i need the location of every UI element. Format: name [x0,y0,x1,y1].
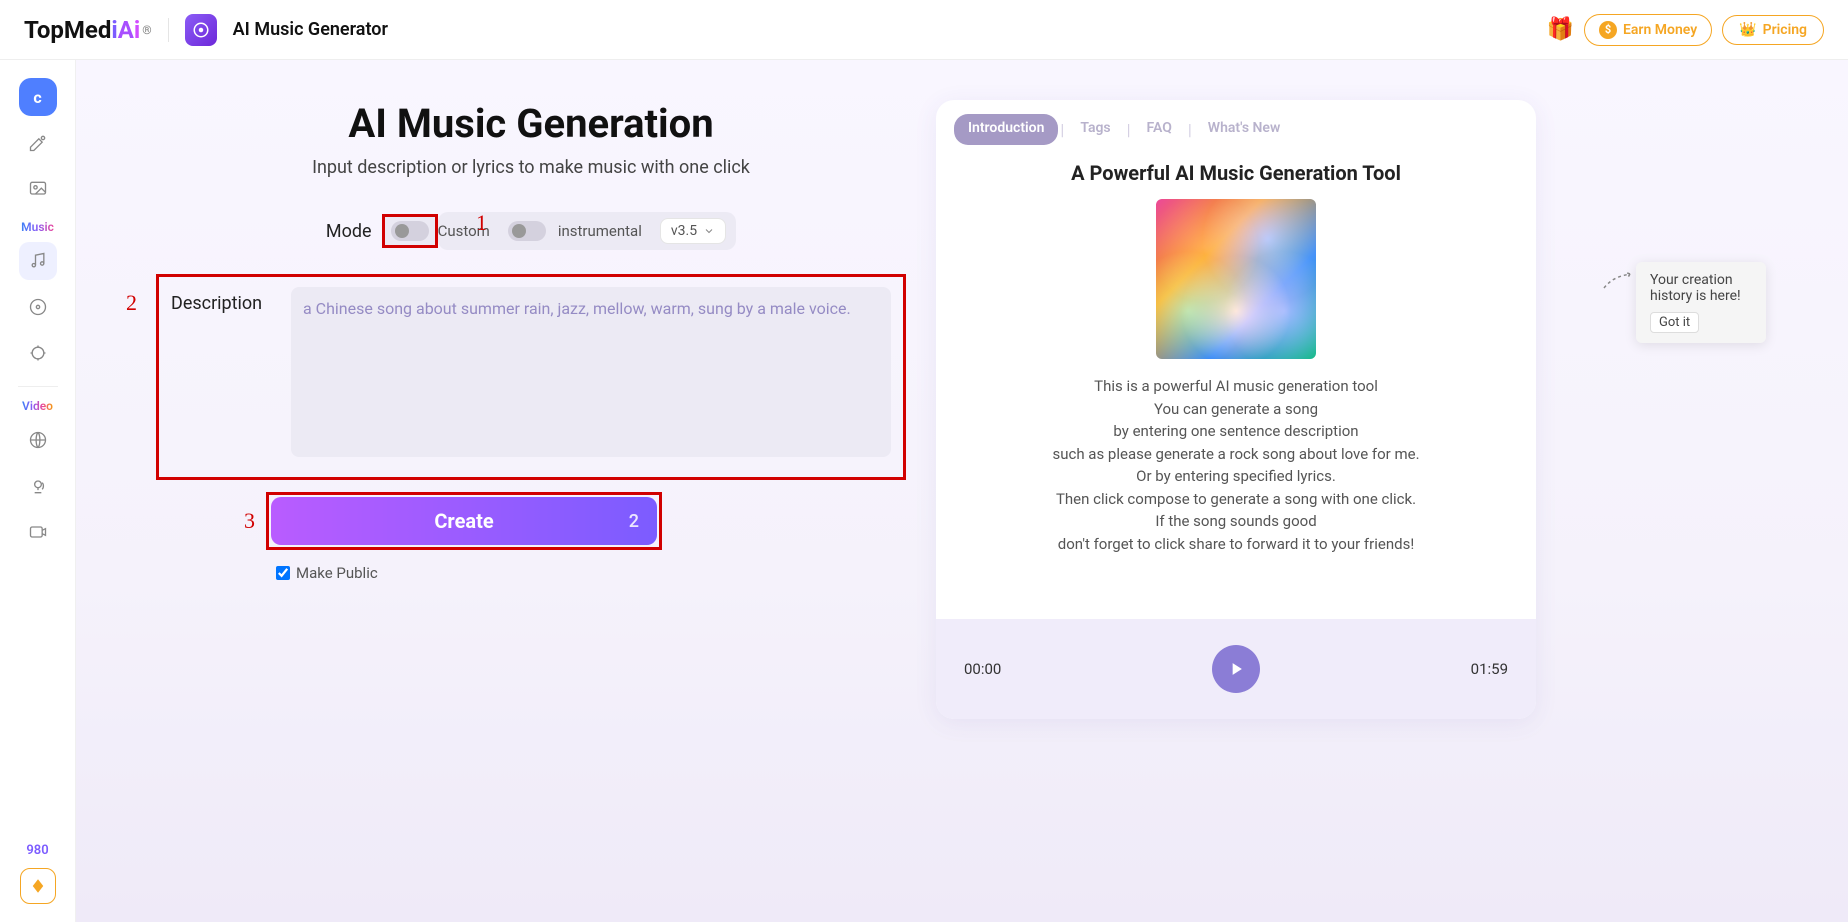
music-note-icon [28,251,48,271]
instrumental-toggle[interactable] [508,221,546,241]
make-public-row: Make Public [276,564,906,582]
tooltip-line1: Your creation [1650,272,1752,288]
play-icon [1226,659,1246,679]
tooltip-arrow [1602,270,1632,298]
product-name: AI Music Generator [233,19,388,40]
image-icon [28,179,48,199]
info-title: A Powerful AI Music Generation Tool [960,161,1512,185]
description-label: Description [171,287,271,314]
crown-icon: 👑 [1739,22,1756,38]
tab-introduction[interactable]: Introduction [954,114,1058,145]
header-right: 🎁 $ Earn Money 👑 Pricing [1547,14,1824,46]
tab-tags[interactable]: Tags [1066,114,1124,145]
sidebar-item-music-gen[interactable] [19,242,57,280]
make-public-label: Make Public [296,564,378,582]
sidebar-item-tune[interactable] [19,334,57,372]
chevron-down-icon [703,225,715,237]
sidebar-section-music: Music [21,220,54,234]
pricing-button[interactable]: 👑 Pricing [1722,15,1824,45]
description-highlight: Description [156,274,906,480]
info-card: Introduction | Tags | FAQ | What's New A… [936,100,1536,719]
mode-label: Mode [326,221,372,242]
custom-toggle-highlight [382,214,438,248]
sidebar-item-edit[interactable] [19,124,57,162]
voice-icon [28,476,48,496]
divider [168,18,169,42]
sidebar-item-image[interactable] [19,170,57,208]
header-left: TopMediAi® AI Music Generator [24,14,388,46]
gift-icon[interactable]: 🎁 [1547,17,1574,42]
create-count: 2 [629,511,639,532]
globe-icon [28,430,48,450]
custom-toggle[interactable] [391,221,429,241]
coin-icon: $ [1599,21,1617,39]
card-body: A Powerful AI Music Generation Tool This… [936,149,1536,619]
earn-money-button[interactable]: $ Earn Money [1584,14,1712,46]
annotation-2: 2 [126,290,137,316]
album-art [1156,199,1316,359]
sidebar: c Music Video 980 [0,60,76,922]
sidebar-item-voice[interactable] [19,467,57,505]
sidebar-divider [18,386,58,387]
credits-count: 980 [20,843,56,858]
sidebar-item-globe[interactable] [19,421,57,459]
layout: c Music Video 980 [0,60,1848,922]
page-title: AI Music Generation [156,100,906,147]
pencil-icon [28,133,48,153]
info-description: This is a powerful AI music generation t… [960,375,1512,555]
pricing-label: Pricing [1763,22,1807,38]
header: TopMediAi® AI Music Generator 🎁 $ Earn M… [0,0,1848,60]
audio-player: 00:00 01:59 [936,619,1536,719]
sidebar-item-video[interactable] [19,513,57,551]
got-it-button[interactable]: Got it [1650,312,1699,333]
make-public-checkbox[interactable] [276,566,290,580]
version-select[interactable]: v3.5 [660,218,726,244]
sidebar-section-video: Video [22,399,53,413]
sidebar-item-c[interactable]: c [19,78,57,116]
earn-label: Earn Money [1623,22,1697,38]
time-end: 01:59 [1471,660,1508,678]
page-subtitle: Input description or lyrics to make musi… [156,157,906,178]
generator-panel: AI Music Generation Input description or… [156,100,936,922]
info-tabs: Introduction | Tags | FAQ | What's New [936,100,1536,149]
video-icon [28,522,48,542]
main-content: AI Music Generation Input description or… [76,60,1848,922]
annotation-1: 1 [476,210,487,236]
sidebar-item-disc[interactable] [19,288,57,326]
info-panel: Introduction | Tags | FAQ | What's New A… [936,100,1536,922]
history-tooltip: Your creation history is here! Got it [1636,262,1766,343]
play-button[interactable] [1212,645,1260,693]
create-block: 3 Create 2 Make Public [156,492,906,582]
logo[interactable]: TopMediAi® [24,16,152,44]
instrumental-label: instrumental [558,222,642,240]
tune-icon [28,343,48,363]
create-button[interactable]: Create 2 [271,497,657,545]
annotation-3: 3 [244,508,255,534]
time-start: 00:00 [964,660,1001,678]
diamond-icon [29,877,47,895]
disc-icon [28,297,48,317]
version-value: v3.5 [671,223,697,239]
tab-faq[interactable]: FAQ [1133,114,1186,145]
mode-row: 1 Mode Custom instrumental v3.5 [156,212,906,250]
product-icon [185,14,217,46]
create-label: Create [434,509,493,533]
vip-button[interactable] [20,868,56,904]
description-input[interactable] [291,287,891,457]
description-block: 2 Description [156,274,906,480]
tab-whats-new[interactable]: What's New [1194,114,1295,145]
create-highlight: Create 2 [266,492,662,550]
tooltip-line2: history is here! [1650,288,1752,304]
